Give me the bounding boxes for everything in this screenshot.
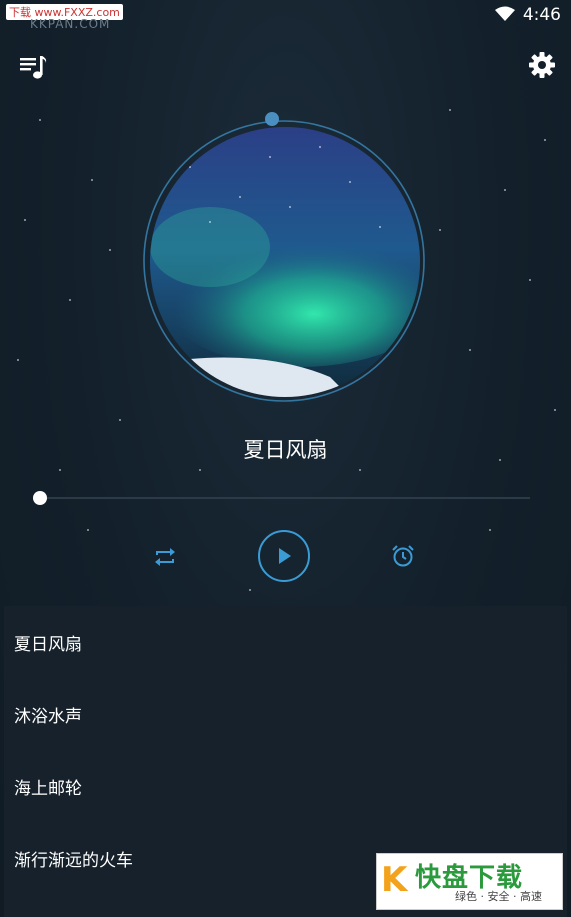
timer-button[interactable] xyxy=(390,543,416,569)
list-item[interactable]: 沐浴水声 xyxy=(14,702,82,727)
album-art xyxy=(150,127,420,397)
watermark-k-logo: K xyxy=(381,860,408,900)
disc-progress-knob[interactable] xyxy=(265,112,279,126)
list-item[interactable]: 海上邮轮 xyxy=(14,774,82,799)
play-button[interactable] xyxy=(258,530,310,582)
list-item[interactable]: 夏日风扇 xyxy=(14,630,82,655)
playlist-music-icon xyxy=(20,56,47,79)
track-title: 夏日风扇 xyxy=(243,438,328,462)
progress-track[interactable] xyxy=(40,497,530,499)
gear-icon xyxy=(529,52,555,78)
repeat-button[interactable] xyxy=(152,544,178,570)
settings-button[interactable] xyxy=(527,50,557,80)
repeat-icon xyxy=(155,548,175,566)
watermark-subtitle: 绿色 · 安全 · 高速 xyxy=(455,890,542,903)
watermark-subtext: KKPAN.COM xyxy=(30,17,111,31)
status-bar: 下载 www.FXXZ.com KKPAN.COM 4:46 xyxy=(0,0,571,31)
list-item[interactable]: 渐行渐远的火车 xyxy=(14,846,133,871)
progress-thumb[interactable] xyxy=(33,491,47,505)
status-time: 4:46 xyxy=(522,5,561,25)
alarm-clock-icon xyxy=(392,545,414,567)
play-icon xyxy=(279,548,291,564)
wifi-icon xyxy=(495,6,515,21)
playlist-button[interactable] xyxy=(18,52,50,82)
watermark-badge: K 快盘下载 绿色 · 安全 · 高速 xyxy=(376,853,563,910)
